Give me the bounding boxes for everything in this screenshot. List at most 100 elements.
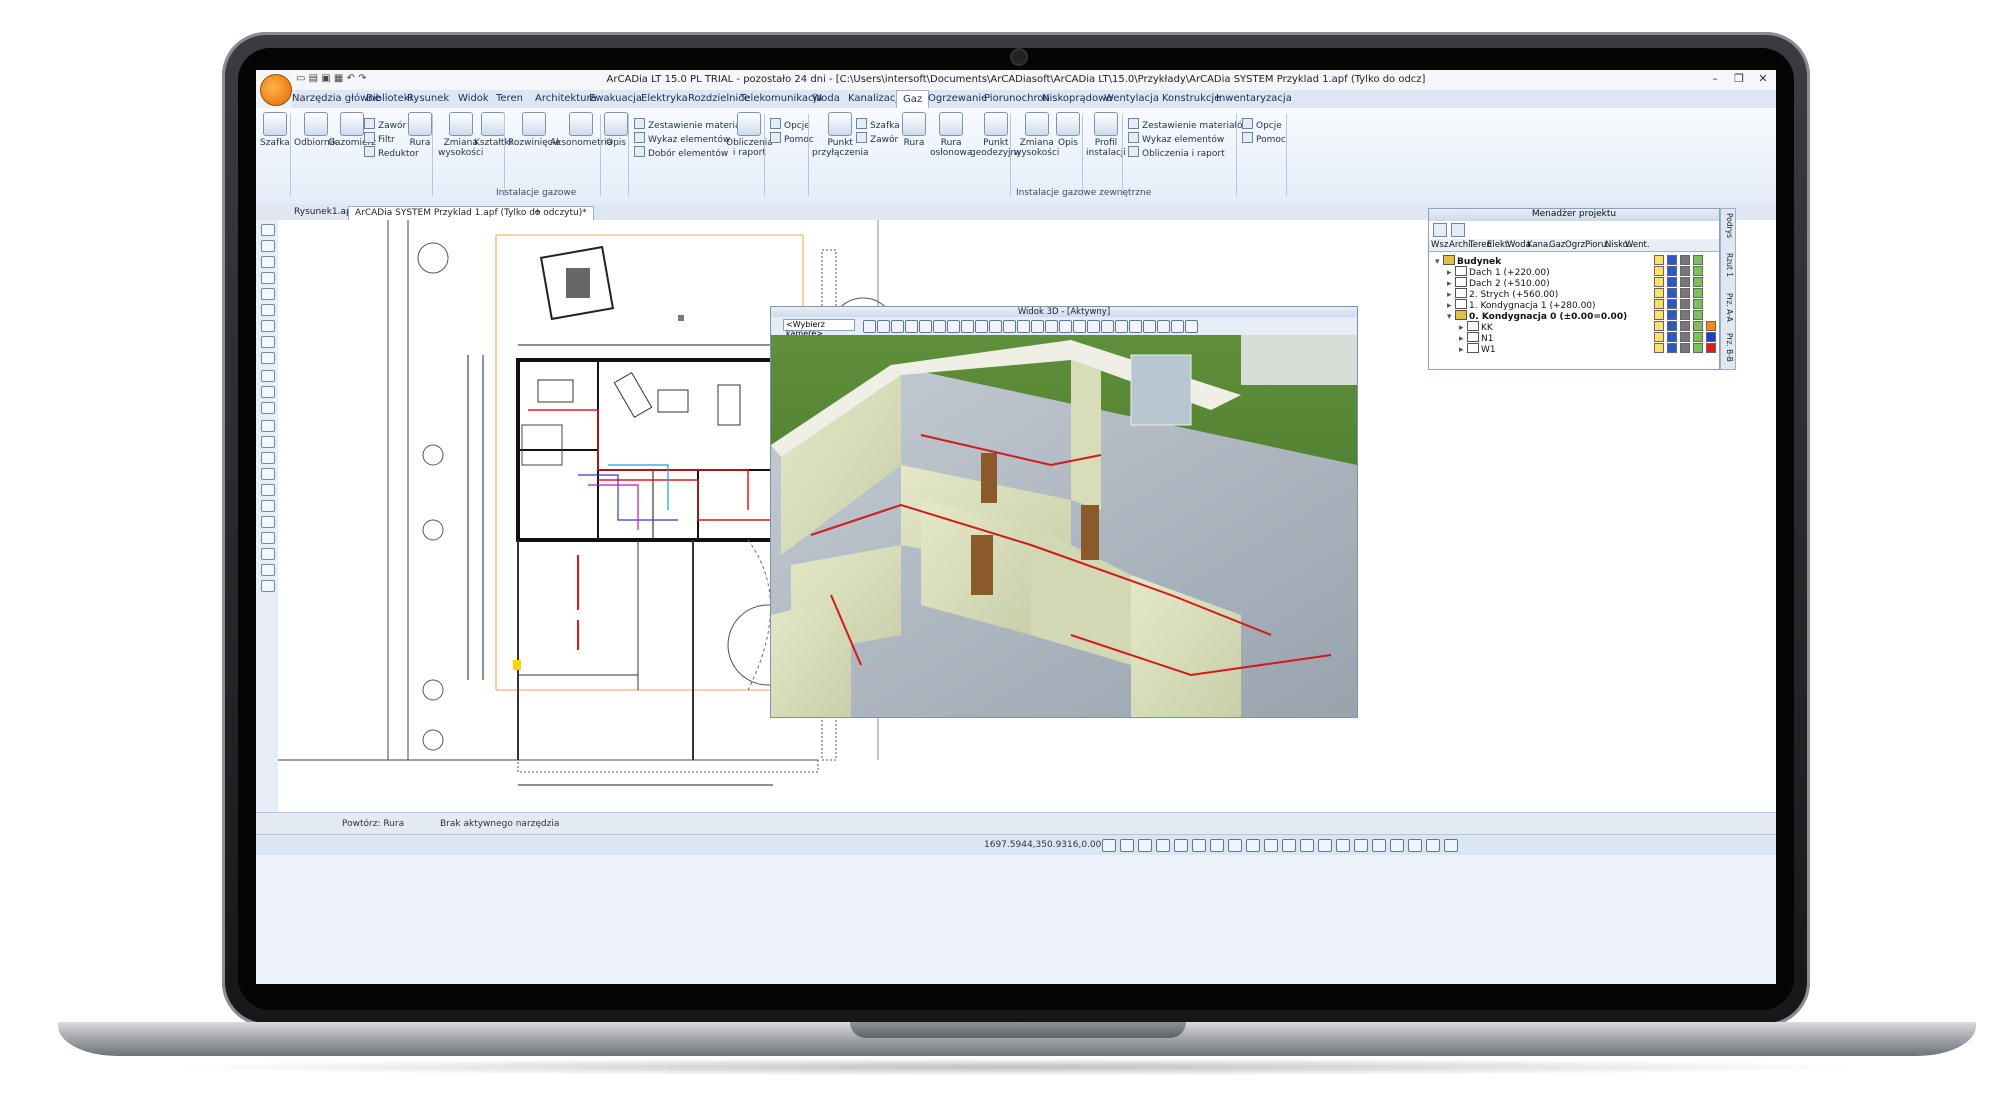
opcje2-button[interactable]: Opcje xyxy=(1242,118,1282,131)
pin-icon[interactable] xyxy=(1667,255,1677,265)
printer-icon[interactable] xyxy=(1680,299,1690,309)
layer-icon[interactable] xyxy=(1693,321,1703,331)
status-tool-icon[interactable] xyxy=(1426,839,1440,852)
pin-icon[interactable] xyxy=(1667,299,1677,309)
side-tab-1[interactable]: Rzut 1 xyxy=(1722,253,1734,277)
wykaz-button[interactable]: Wykaz elementów xyxy=(634,132,730,145)
ksztaltki-button[interactable]: Kształtki xyxy=(474,112,512,148)
tool-icon[interactable] xyxy=(261,370,275,382)
tool-icon[interactable] xyxy=(261,240,275,252)
zmiana-wysokosci2-button[interactable]: Zmiana wysokości xyxy=(1014,112,1059,158)
bulb-icon[interactable] xyxy=(1654,255,1664,265)
side-tab-0[interactable]: Podrys xyxy=(1722,213,1734,238)
menu-tab-10[interactable]: Woda xyxy=(812,93,840,104)
layer-icon[interactable] xyxy=(1693,310,1703,320)
tool-icon[interactable] xyxy=(261,224,275,236)
printer-icon[interactable] xyxy=(1680,332,1690,342)
expand-icon[interactable]: ▸ xyxy=(1459,345,1467,355)
pin-icon[interactable] xyxy=(1667,321,1677,331)
new-icon[interactable]: ▭ xyxy=(296,73,305,84)
bulb-icon[interactable] xyxy=(1654,299,1664,309)
pm-tab-0[interactable]: Wsz. xyxy=(1431,240,1451,250)
tool-icon[interactable] xyxy=(261,500,275,512)
view-3d-tool-icon[interactable] xyxy=(989,320,1002,333)
pin-icon[interactable] xyxy=(1667,277,1677,287)
save-icon[interactable]: ▣ xyxy=(321,73,330,84)
tool-icon[interactable] xyxy=(261,468,275,480)
menu-tab-5[interactable]: Architektura xyxy=(535,93,597,104)
view-3d-tool-icon[interactable] xyxy=(877,320,890,333)
tree-item[interactable]: ▸ W1 xyxy=(1459,343,1496,355)
menu-tab-14[interactable]: Piorunochron xyxy=(984,93,1050,104)
bulb-icon[interactable] xyxy=(1654,321,1664,331)
pm-tab-5[interactable]: Kana. xyxy=(1527,240,1551,250)
status-tool-icon[interactable] xyxy=(1138,839,1152,852)
minimize-button[interactable]: – xyxy=(1704,72,1726,88)
printer-icon[interactable] xyxy=(1680,255,1690,265)
color-swatch[interactable] xyxy=(1706,321,1716,331)
new-tab-button[interactable]: + xyxy=(528,206,548,220)
undo-icon[interactable]: ↶ xyxy=(347,73,355,84)
rura-button[interactable]: Rura xyxy=(408,112,432,148)
view-3d-tool-icon[interactable] xyxy=(1185,320,1198,333)
status-tool-icon[interactable] xyxy=(1390,839,1404,852)
zawor-button[interactable]: Zawór xyxy=(364,118,406,131)
bulb-icon[interactable] xyxy=(1654,343,1664,353)
open-icon[interactable]: ▤ xyxy=(309,73,318,84)
status-tool-icon[interactable] xyxy=(1354,839,1368,852)
maximize-button[interactable]: ❐ xyxy=(1728,72,1750,88)
settings-icon[interactable] xyxy=(1451,223,1465,237)
expand-icon[interactable]: ▾ xyxy=(1447,312,1455,322)
camera-select[interactable]: <Wybierz kamerę> xyxy=(783,319,855,338)
view-3d-tool-icon[interactable] xyxy=(905,320,918,333)
view-3d-tool-icon[interactable] xyxy=(1115,320,1128,333)
status-tool-icon[interactable] xyxy=(1408,839,1422,852)
opis2-button[interactable]: Opis xyxy=(1056,112,1080,148)
zawor2-button[interactable]: Zawór xyxy=(856,132,898,145)
view-3d-tool-icon[interactable] xyxy=(933,320,946,333)
color-swatch[interactable] xyxy=(1706,343,1716,353)
tool-icon[interactable] xyxy=(261,420,275,432)
status-tool-icon[interactable] xyxy=(1156,839,1170,852)
status-tool-icon[interactable] xyxy=(1264,839,1278,852)
status-tool-icon[interactable] xyxy=(1372,839,1386,852)
status-tool-icon[interactable] xyxy=(1246,839,1260,852)
menu-tab-6[interactable]: Ewakuacja xyxy=(589,93,642,104)
filtr-button[interactable]: Filtr xyxy=(364,132,395,145)
menu-tab-1[interactable]: Biblioteki xyxy=(366,93,412,104)
tool-icon[interactable] xyxy=(261,304,275,316)
view-3d-tool-icon[interactable] xyxy=(1045,320,1058,333)
view-3d-tool-icon[interactable] xyxy=(1157,320,1170,333)
bulb-icon[interactable] xyxy=(1654,310,1664,320)
layer-icon[interactable] xyxy=(1693,288,1703,298)
close-button[interactable]: ✕ xyxy=(1752,72,1774,88)
layer-icon[interactable] xyxy=(1693,255,1703,265)
rura2-button[interactable]: Rura xyxy=(902,112,926,148)
menu-tab-9[interactable]: Telekomunikacja xyxy=(740,93,822,104)
redo-icon[interactable]: ↷ xyxy=(358,73,366,84)
status-tool-icon[interactable] xyxy=(1174,839,1188,852)
view-3d-tool-icon[interactable] xyxy=(975,320,988,333)
tool-icon[interactable] xyxy=(261,272,275,284)
layer-icon[interactable] xyxy=(1693,277,1703,287)
status-tool-icon[interactable] xyxy=(1102,839,1116,852)
tool-icon[interactable] xyxy=(261,452,275,464)
side-tab-3[interactable]: Prz. B-B xyxy=(1722,333,1734,362)
pm-tab-6[interactable]: Gaz xyxy=(1549,240,1565,250)
status-tool-icon[interactable] xyxy=(1210,839,1224,852)
status-tool-icon[interactable] xyxy=(1120,839,1134,852)
opcje-button[interactable]: Opcje xyxy=(770,118,810,131)
bulb-icon[interactable] xyxy=(1654,266,1664,276)
tool-icon[interactable] xyxy=(261,402,275,414)
view-3d-tool-icon[interactable] xyxy=(891,320,904,333)
printer-icon[interactable] xyxy=(1680,288,1690,298)
printer-icon[interactable] xyxy=(1680,321,1690,331)
side-tab-2[interactable]: Prz. A-A xyxy=(1722,293,1734,322)
view-3d-render[interactable] xyxy=(771,335,1357,717)
pin-icon[interactable] xyxy=(1667,332,1677,342)
menu-tab-2[interactable]: Rysunek xyxy=(407,93,449,104)
tool-icon[interactable] xyxy=(261,386,275,398)
obliczenia3-button[interactable]: Obliczenia i raport xyxy=(1128,146,1225,159)
tool-icon[interactable] xyxy=(261,580,275,592)
rura-oslonowa-button[interactable]: Rura osłonowa xyxy=(930,112,972,158)
